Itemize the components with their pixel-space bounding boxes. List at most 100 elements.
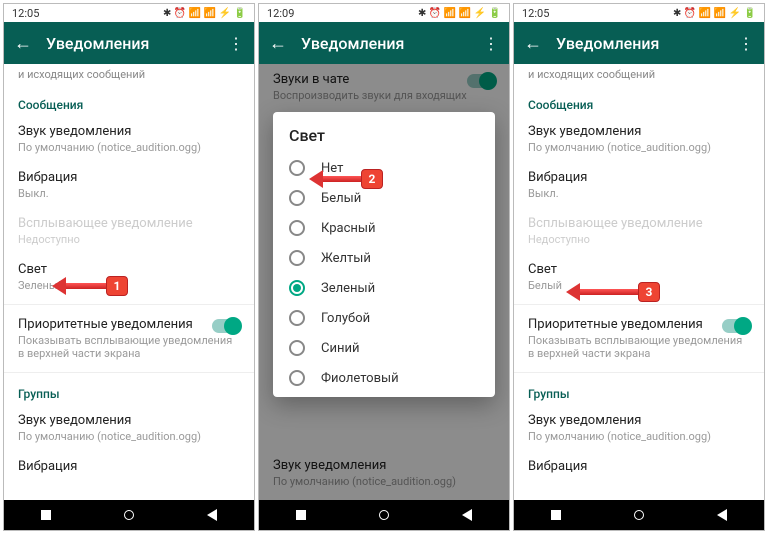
annotation-callout-1: 1 (52, 276, 128, 296)
radio-icon (289, 190, 305, 206)
setting-priority[interactable]: Приоритетные уведомления Показывать вспл… (514, 309, 764, 368)
divider (4, 372, 254, 373)
setting-title: Звук уведомления (528, 413, 750, 428)
setting-title: Звук уведомления (18, 413, 240, 428)
setting-vibration[interactable]: Вибрация Выкл. (4, 162, 254, 208)
status-bar: 12:05 ✱ ⏰ 📶 📶 ⚡ 🔋 (514, 4, 764, 22)
setting-title: Звук уведомления (18, 124, 240, 139)
section-header-groups: Группы (514, 377, 764, 405)
page-title: Уведомления (46, 34, 228, 53)
arrow-shaft (580, 289, 638, 295)
overflow-menu-icon[interactable]: ⋮ (483, 34, 499, 53)
status-bar: 12:09 ✱ ⏰ 📶 📶 ⚡ 🔋 (259, 4, 509, 22)
callout-bubble: 1 (106, 276, 128, 296)
option-label: Зеленый (321, 281, 375, 296)
status-bar: 12:05 ✱ ⏰ 📶 📶 ⚡ 🔋 (4, 4, 254, 22)
radio-option-violet[interactable]: Фиолетовый (283, 363, 485, 393)
option-label: Фиолетовый (321, 371, 399, 386)
setting-title: Звук уведомления (528, 124, 750, 139)
setting-title: Всплывающее уведомление (18, 216, 240, 231)
radio-option-blue[interactable]: Синий (283, 333, 485, 363)
setting-subtitle: Недоступно (528, 233, 750, 246)
setting-priority[interactable]: Приоритетные уведомления Показывать вспл… (4, 309, 254, 368)
setting-subtitle: Показывать всплывающие уведомления в вер… (18, 334, 240, 360)
setting-subtitle: По умолчанию (notice_audition.ogg) (18, 141, 240, 154)
status-icons: ✱ ⏰ 📶 📶 ⚡ 🔋 (163, 8, 246, 19)
toggle-switch-on[interactable] (722, 319, 750, 333)
back-icon[interactable]: ← (269, 33, 287, 54)
setting-light[interactable]: Свет Зеленый (4, 254, 254, 300)
setting-title: Приоритетные уведомления (528, 317, 750, 332)
arrow-head-icon (566, 283, 580, 301)
nav-recent-icon[interactable] (41, 510, 51, 520)
arrow-shaft (66, 283, 106, 289)
arrow-head-icon (309, 170, 323, 188)
setting-popup: Всплывающее уведомление Недоступно (4, 208, 254, 254)
setting-subtitle: По умолчанию (notice_audition.ogg) (528, 141, 750, 154)
setting-title: Приоритетные уведомления (18, 317, 240, 332)
nav-home-icon[interactable] (379, 510, 389, 520)
app-bar: ← Уведомления ⋮ (259, 22, 509, 64)
option-label: Голубой (321, 311, 370, 326)
radio-option-green[interactable]: Зеленый (283, 273, 485, 303)
app-bar: ← Уведомления ⋮ (514, 22, 764, 64)
setting-group-sound[interactable]: Звук уведомления По умолчанию (notice_au… (4, 405, 254, 451)
nav-recent-icon[interactable] (296, 510, 306, 520)
radio-icon (289, 220, 305, 236)
settings-content: Звуки в чате Воспроизводить звуки для вх… (259, 64, 509, 500)
android-nav-bar (514, 500, 764, 530)
callout-bubble: 3 (638, 282, 660, 302)
page-title: Уведомления (556, 34, 738, 53)
overflow-menu-icon[interactable]: ⋮ (738, 34, 754, 53)
page-title: Уведомления (301, 34, 483, 53)
overflow-menu-icon[interactable]: ⋮ (228, 34, 244, 53)
nav-home-icon[interactable] (634, 510, 644, 520)
radio-icon (289, 310, 305, 326)
setting-popup: Всплывающее уведомление Недоступно (514, 208, 764, 254)
setting-title: Вибрация (18, 170, 240, 185)
toggle-switch-on[interactable] (212, 319, 240, 333)
setting-group-vibration[interactable]: Вибрация (4, 451, 254, 482)
setting-notification-sound[interactable]: Звук уведомления По умолчанию (notice_au… (4, 116, 254, 162)
back-icon[interactable]: ← (524, 33, 542, 54)
setting-title: Вибрация (528, 459, 750, 474)
setting-title: Свет (528, 262, 750, 277)
radio-option-yellow[interactable]: Желтый (283, 243, 485, 273)
status-icons: ✱ ⏰ 📶 📶 ⚡ 🔋 (418, 8, 501, 19)
radio-icon (289, 370, 305, 386)
arrow-head-icon (52, 277, 66, 295)
option-label: Белый (321, 191, 361, 206)
setting-subtitle: Выкл. (528, 187, 750, 200)
radio-icon (289, 340, 305, 356)
divider (4, 304, 254, 305)
section-header-messages: Сообщения (4, 88, 254, 116)
radio-icon (289, 160, 305, 176)
setting-subtitle: Выкл. (18, 187, 240, 200)
setting-subtitle: Показывать всплывающие уведомления в вер… (528, 334, 750, 360)
setting-subtitle: По умолчанию (notice_audition.ogg) (528, 430, 750, 443)
setting-group-vibration[interactable]: Вибрация (514, 451, 764, 482)
nav-back-icon[interactable] (462, 509, 472, 521)
radio-icon (289, 250, 305, 266)
settings-content[interactable]: и исходящих сообщений Сообщения Звук уве… (4, 64, 254, 500)
settings-content[interactable]: и исходящих сообщений Сообщения Звук уве… (514, 64, 764, 500)
phone-screen-1: 12:05 ✱ ⏰ 📶 📶 ⚡ 🔋 ← Уведомления ⋮ и исхо… (3, 3, 255, 531)
section-header-groups: Группы (4, 377, 254, 405)
status-time: 12:09 (267, 7, 294, 20)
nav-back-icon[interactable] (717, 509, 727, 521)
nav-recent-icon[interactable] (551, 510, 561, 520)
radio-option-cyan[interactable]: Голубой (283, 303, 485, 333)
divider (514, 304, 764, 305)
setting-notification-sound[interactable]: Звук уведомления По умолчанию (notice_au… (514, 116, 764, 162)
nav-back-icon[interactable] (207, 509, 217, 521)
nav-home-icon[interactable] (124, 510, 134, 520)
setting-group-sound[interactable]: Звук уведомления По умолчанию (notice_au… (514, 405, 764, 451)
callout-bubble: 2 (361, 169, 383, 189)
option-label: Желтый (321, 251, 371, 266)
status-time: 12:05 (12, 7, 39, 20)
back-icon[interactable]: ← (14, 33, 32, 54)
radio-option-red[interactable]: Красный (283, 213, 485, 243)
truncated-text: и исходящих сообщений (514, 64, 764, 88)
setting-title: Всплывающее уведомление (528, 216, 750, 231)
setting-vibration[interactable]: Вибрация Выкл. (514, 162, 764, 208)
